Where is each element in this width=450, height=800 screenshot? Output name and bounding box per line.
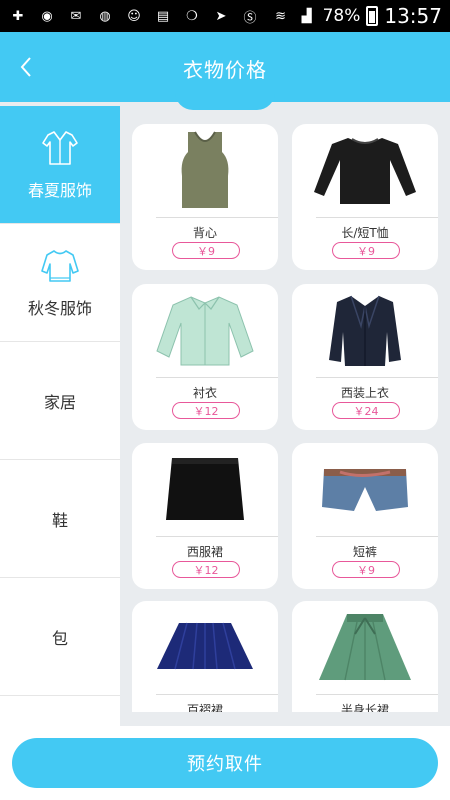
product-card-long-skirt[interactable]: 半身长裙 — [292, 601, 438, 712]
skirt-image — [166, 458, 244, 520]
product-name: 百褶裙 — [186, 703, 223, 712]
divider — [156, 217, 278, 218]
battery-icon — [366, 6, 379, 26]
app-icon: ◉ — [41, 8, 53, 24]
price-badge: ￥12 — [172, 561, 240, 578]
divider — [316, 377, 438, 378]
price-badge: ￥9 — [332, 561, 400, 578]
denim-shorts-image — [322, 469, 408, 511]
product-card-tank-top[interactable]: 背心 ￥9 — [132, 124, 278, 270]
product-image — [292, 284, 438, 376]
send-icon: ➤ — [215, 8, 227, 24]
product-card-shorts[interactable]: 短裤 ￥9 — [292, 443, 438, 589]
product-image — [132, 601, 278, 693]
price-badge: ￥12 — [172, 402, 240, 419]
product-card-blazer[interactable]: 西装上衣 ￥24 — [292, 284, 438, 430]
dress-shirt-image — [156, 296, 254, 366]
add-icon: ✚ — [12, 8, 24, 24]
product-name: 西装上衣 — [340, 386, 389, 400]
product-grid: 背心 ￥9 长/短T恤 ￥9 衬衣 ￥12 西装上衣 ￥24 西服裙 ￥12 短… — [132, 124, 438, 712]
product-name: 短裤 — [352, 545, 377, 559]
app-s-icon: Ⓢ — [243, 10, 257, 26]
sidebar-item-label: 鞋 — [51, 510, 68, 530]
face-icon: ☺ — [127, 8, 141, 24]
clock: 13:57 — [384, 4, 442, 28]
product-name: 半身长裙 — [340, 703, 389, 712]
sidebar-item-label: 秋冬服饰 — [27, 298, 92, 318]
divider — [156, 536, 278, 537]
long-sleeve-shirt-image — [314, 138, 416, 204]
divider — [316, 536, 438, 537]
document-icon: ▤ — [156, 8, 170, 24]
product-card-shirt[interactable]: 衬衣 ￥12 — [132, 284, 278, 430]
battery-percent: 78% — [322, 6, 361, 26]
sidebar-item-shoes[interactable]: 鞋 — [0, 460, 120, 578]
signal-icon: ▟ — [301, 8, 312, 24]
header-tab-indicator — [175, 92, 275, 110]
sidebar-item-label: 春夏服饰 — [27, 180, 92, 200]
product-name: 长/短T恤 — [341, 226, 389, 240]
divider — [156, 694, 278, 695]
product-image — [292, 443, 438, 535]
category-sidebar: 春夏服饰 秋冬服饰 家居 鞋 包 — [0, 106, 120, 726]
product-name: 背心 — [192, 226, 217, 240]
product-card-suit-skirt[interactable]: 西服裙 ￥12 — [132, 443, 278, 589]
product-card-pleated-skirt[interactable]: 百褶裙 — [132, 601, 278, 712]
sidebar-item-bags[interactable]: 包 — [0, 578, 120, 696]
sweater-icon — [41, 249, 79, 282]
product-image — [292, 124, 438, 216]
product-card-tshirt[interactable]: 长/短T恤 ￥9 — [292, 124, 438, 270]
sidebar-item-label: 包 — [51, 628, 68, 648]
price-badge: ￥9 — [332, 242, 400, 259]
blazer-image — [329, 295, 401, 366]
product-image — [132, 284, 278, 376]
mail-icon: ✉ — [70, 8, 82, 24]
divider — [156, 377, 278, 378]
page-title: 衣物价格 — [183, 58, 267, 82]
sidebar-item-autumn-winter[interactable]: 秋冬服饰 — [0, 224, 120, 342]
tank-top-image — [181, 131, 229, 208]
book-pickup-button[interactable]: 预约取件 — [12, 738, 438, 788]
price-badge: ￥9 — [172, 242, 240, 259]
product-name: 衬衣 — [192, 386, 217, 400]
chat-icon: ❍ — [186, 8, 198, 24]
long-skirt-image — [319, 614, 411, 681]
bottom-bar: 预约取件 — [0, 726, 450, 800]
product-image — [132, 124, 278, 216]
wifi-icon: ≋ — [275, 8, 287, 24]
status-bar: ✚ ◉ ✉ ◍ ☺ ▤ ❍ ➤ Ⓢ ≋ ▟ 78% 13:57 — [0, 0, 450, 32]
sidebar-item-spring-summer[interactable]: 春夏服饰 — [0, 106, 120, 224]
divider — [316, 694, 438, 695]
sidebar-item-home[interactable]: 家居 — [0, 342, 120, 460]
divider — [316, 217, 438, 218]
price-badge: ￥24 — [332, 402, 400, 419]
product-name: 西服裙 — [186, 545, 223, 559]
product-image — [292, 601, 438, 693]
sidebar-item-label: 家居 — [43, 392, 76, 412]
pleated-skirt-image — [157, 622, 253, 670]
product-image — [132, 443, 278, 535]
shirt-icon — [42, 130, 78, 165]
app-icon: ◍ — [99, 8, 111, 24]
